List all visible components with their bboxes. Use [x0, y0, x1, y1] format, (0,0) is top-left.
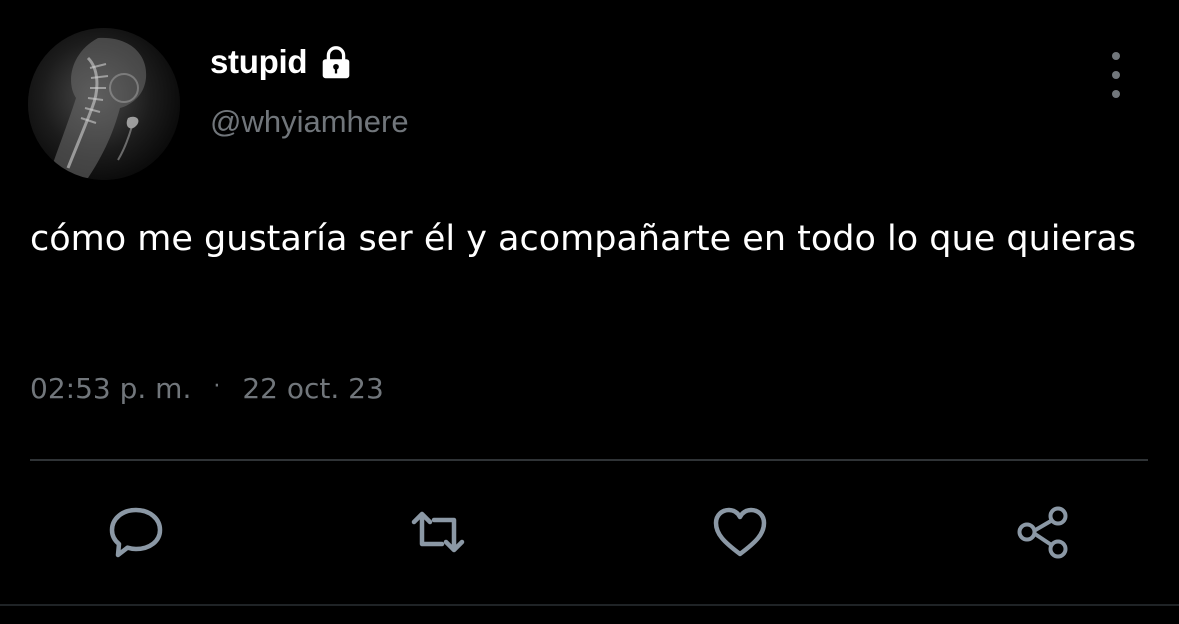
reply-button[interactable]	[104, 500, 168, 564]
user-name-row: stupid	[210, 42, 355, 82]
user-handle[interactable]: @whyiamhere	[210, 104, 409, 140]
heart-icon	[713, 507, 767, 557]
avatar-image	[28, 28, 180, 180]
reply-icon	[109, 507, 163, 558]
tweet-text: cómo me gustaría ser él y acompañarte en…	[30, 219, 1137, 259]
tweet-date[interactable]: 22 oct. 23	[242, 372, 383, 405]
more-options-button[interactable]	[1096, 52, 1136, 98]
display-name[interactable]: stupid	[210, 43, 307, 81]
retweet-button[interactable]	[406, 500, 470, 564]
share-button[interactable]	[1011, 500, 1075, 564]
more-vertical-icon-dot	[1112, 90, 1120, 98]
meta-separator: ·	[213, 374, 221, 399]
divider	[30, 459, 1148, 461]
share-icon	[1017, 506, 1068, 559]
tweet-meta: 02:53 p. m. · 22 oct. 23	[30, 372, 384, 405]
tweet-time[interactable]: 02:53 p. m.	[30, 372, 191, 405]
bottom-divider	[0, 604, 1179, 606]
lock-icon	[322, 46, 350, 79]
like-button[interactable]	[708, 500, 772, 564]
retweet-icon	[411, 511, 465, 553]
avatar[interactable]	[28, 28, 180, 180]
more-vertical-icon-dot	[1112, 71, 1120, 79]
more-vertical-icon	[1112, 52, 1120, 60]
